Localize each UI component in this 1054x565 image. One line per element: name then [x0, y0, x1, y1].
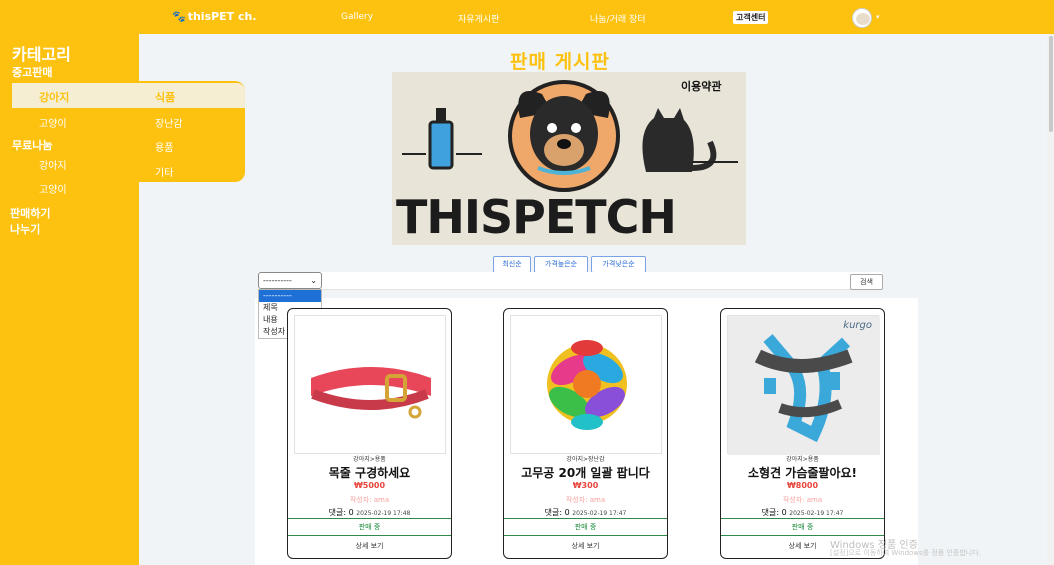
post-timestamp: 2025-02-19 17:47 [572, 510, 627, 517]
status-badge: 판매 중 [721, 518, 884, 536]
product-category: 강아지>용품 [786, 456, 819, 463]
product-card[interactable]: 강아지>장난감 고무공 20개 일괄 팝니다 ₩300 작성자: ama 댓글:… [503, 308, 668, 559]
search-field-select[interactable]: ---------- ⌄ [258, 272, 322, 289]
product-category: 강아지>장난감 [566, 456, 605, 463]
chevron-down-icon: ⌄ [310, 276, 317, 285]
nav-gallery[interactable]: Gallery [341, 12, 373, 22]
avatar-dog-icon [856, 13, 870, 25]
flyout-item-toys[interactable]: 장난감 [155, 115, 183, 130]
page-title: 판매 게시판 [510, 51, 611, 73]
brand-logo[interactable]: 🐾 thisPET ch. [172, 10, 257, 23]
ball-illustration [547, 340, 627, 430]
product-title[interactable]: 소형견 가슴줄팔아요! [721, 464, 884, 481]
sidebar-sell-link[interactable]: 판매하기 [10, 205, 50, 221]
product-brand-label: kurgo [843, 320, 872, 331]
banner-terms-link[interactable]: 이용약관 [681, 78, 721, 94]
flyout-item-other[interactable]: 기타 [155, 164, 173, 179]
product-price: ₩5000 [353, 481, 386, 490]
scrollbar-thumb[interactable] [1049, 36, 1053, 132]
sidebar-item-share-cat[interactable]: 고양이 [39, 181, 67, 196]
product-author: 작성자: ama [782, 496, 823, 504]
product-image-harness[interactable]: kurgo [727, 315, 880, 455]
chevron-down-icon[interactable]: ▾ [876, 13, 880, 21]
sort-latest-button[interactable]: 최신순 [493, 256, 531, 273]
sidebar-item-used-cat[interactable]: 고양이 [39, 115, 67, 130]
product-price: ₩300 [572, 481, 599, 490]
sidebar-item-used-dog[interactable]: 강아지 [39, 89, 69, 105]
harness-illustration [728, 316, 880, 455]
status-badge: 판매 중 [288, 518, 451, 536]
paw-icon: 🐾 [172, 10, 186, 23]
nav-market[interactable]: 나눔/거래 장터 [590, 12, 646, 25]
user-avatar[interactable] [852, 8, 872, 28]
detail-button[interactable]: 상세 보기 [504, 537, 667, 557]
post-timestamp: 2025-02-19 17:47 [789, 510, 844, 517]
windows-activation-subtext: [설정]으로 이동하여 Windows를 정품 인증합니다. [830, 549, 981, 557]
product-image-ball[interactable] [510, 315, 662, 454]
flyout-item-supplies[interactable]: 용품 [155, 139, 173, 154]
sidebar-item-free-share[interactable]: 무료나눔 [12, 137, 52, 153]
nav-support[interactable]: 고객센터 [733, 11, 769, 24]
sort-price-low-button[interactable]: 가격낮은순 [591, 256, 646, 273]
product-meta: 댓글: 0 2025-02-19 17:48 [288, 507, 451, 518]
product-price: ₩8000 [786, 481, 819, 490]
collar-illustration [311, 367, 431, 419]
status-badge: 판매 중 [504, 518, 667, 536]
product-card[interactable]: kurgo 강아지>용품 소형견 가슴줄팔아요! ₩8000 작성자: ama … [720, 308, 885, 559]
sidebar-share-link[interactable]: 나누기 [10, 221, 40, 237]
detail-button[interactable]: 상세 보기 [288, 537, 451, 557]
product-title[interactable]: 고무공 20개 일괄 팝니다 [504, 464, 667, 481]
sidebar-title: 카테고리 [12, 45, 71, 64]
search-input[interactable] [258, 272, 882, 290]
category-sidebar [0, 34, 139, 565]
product-category: 강아지>용품 [353, 456, 386, 463]
flyout-item-food[interactable]: 식품 [155, 89, 175, 105]
banner-logo-text: THISPETCH [396, 190, 677, 244]
dropdown-option-none[interactable]: ---------- [259, 290, 321, 302]
sidebar-item-used-sale[interactable]: 중고판매 [12, 64, 52, 80]
post-timestamp: 2025-02-19 17:48 [356, 510, 411, 517]
product-image-collar[interactable] [294, 315, 446, 454]
sidebar-item-share-dog[interactable]: 강아지 [39, 157, 67, 172]
nav-free-board[interactable]: 자유게시판 [458, 12, 499, 25]
top-navbar [0, 0, 1054, 34]
comment-count: 댓글: 0 [328, 508, 354, 517]
product-author: 작성자: ama [565, 496, 606, 504]
comment-count: 댓글: 0 [544, 508, 570, 517]
product-title[interactable]: 목줄 구경하세요 [288, 464, 451, 481]
product-card[interactable]: 강아지>용품 목줄 구경하세요 ₩5000 작성자: ama 댓글: 0 202… [287, 308, 452, 559]
product-author: 작성자: ama [349, 496, 390, 504]
sort-price-high-button[interactable]: 가격높은순 [534, 256, 588, 273]
comment-count: 댓글: 0 [761, 508, 787, 517]
product-meta: 댓글: 0 2025-02-19 17:47 [721, 507, 884, 518]
search-button[interactable]: 검색 [850, 274, 883, 290]
product-meta: 댓글: 0 2025-02-19 17:47 [504, 507, 667, 518]
